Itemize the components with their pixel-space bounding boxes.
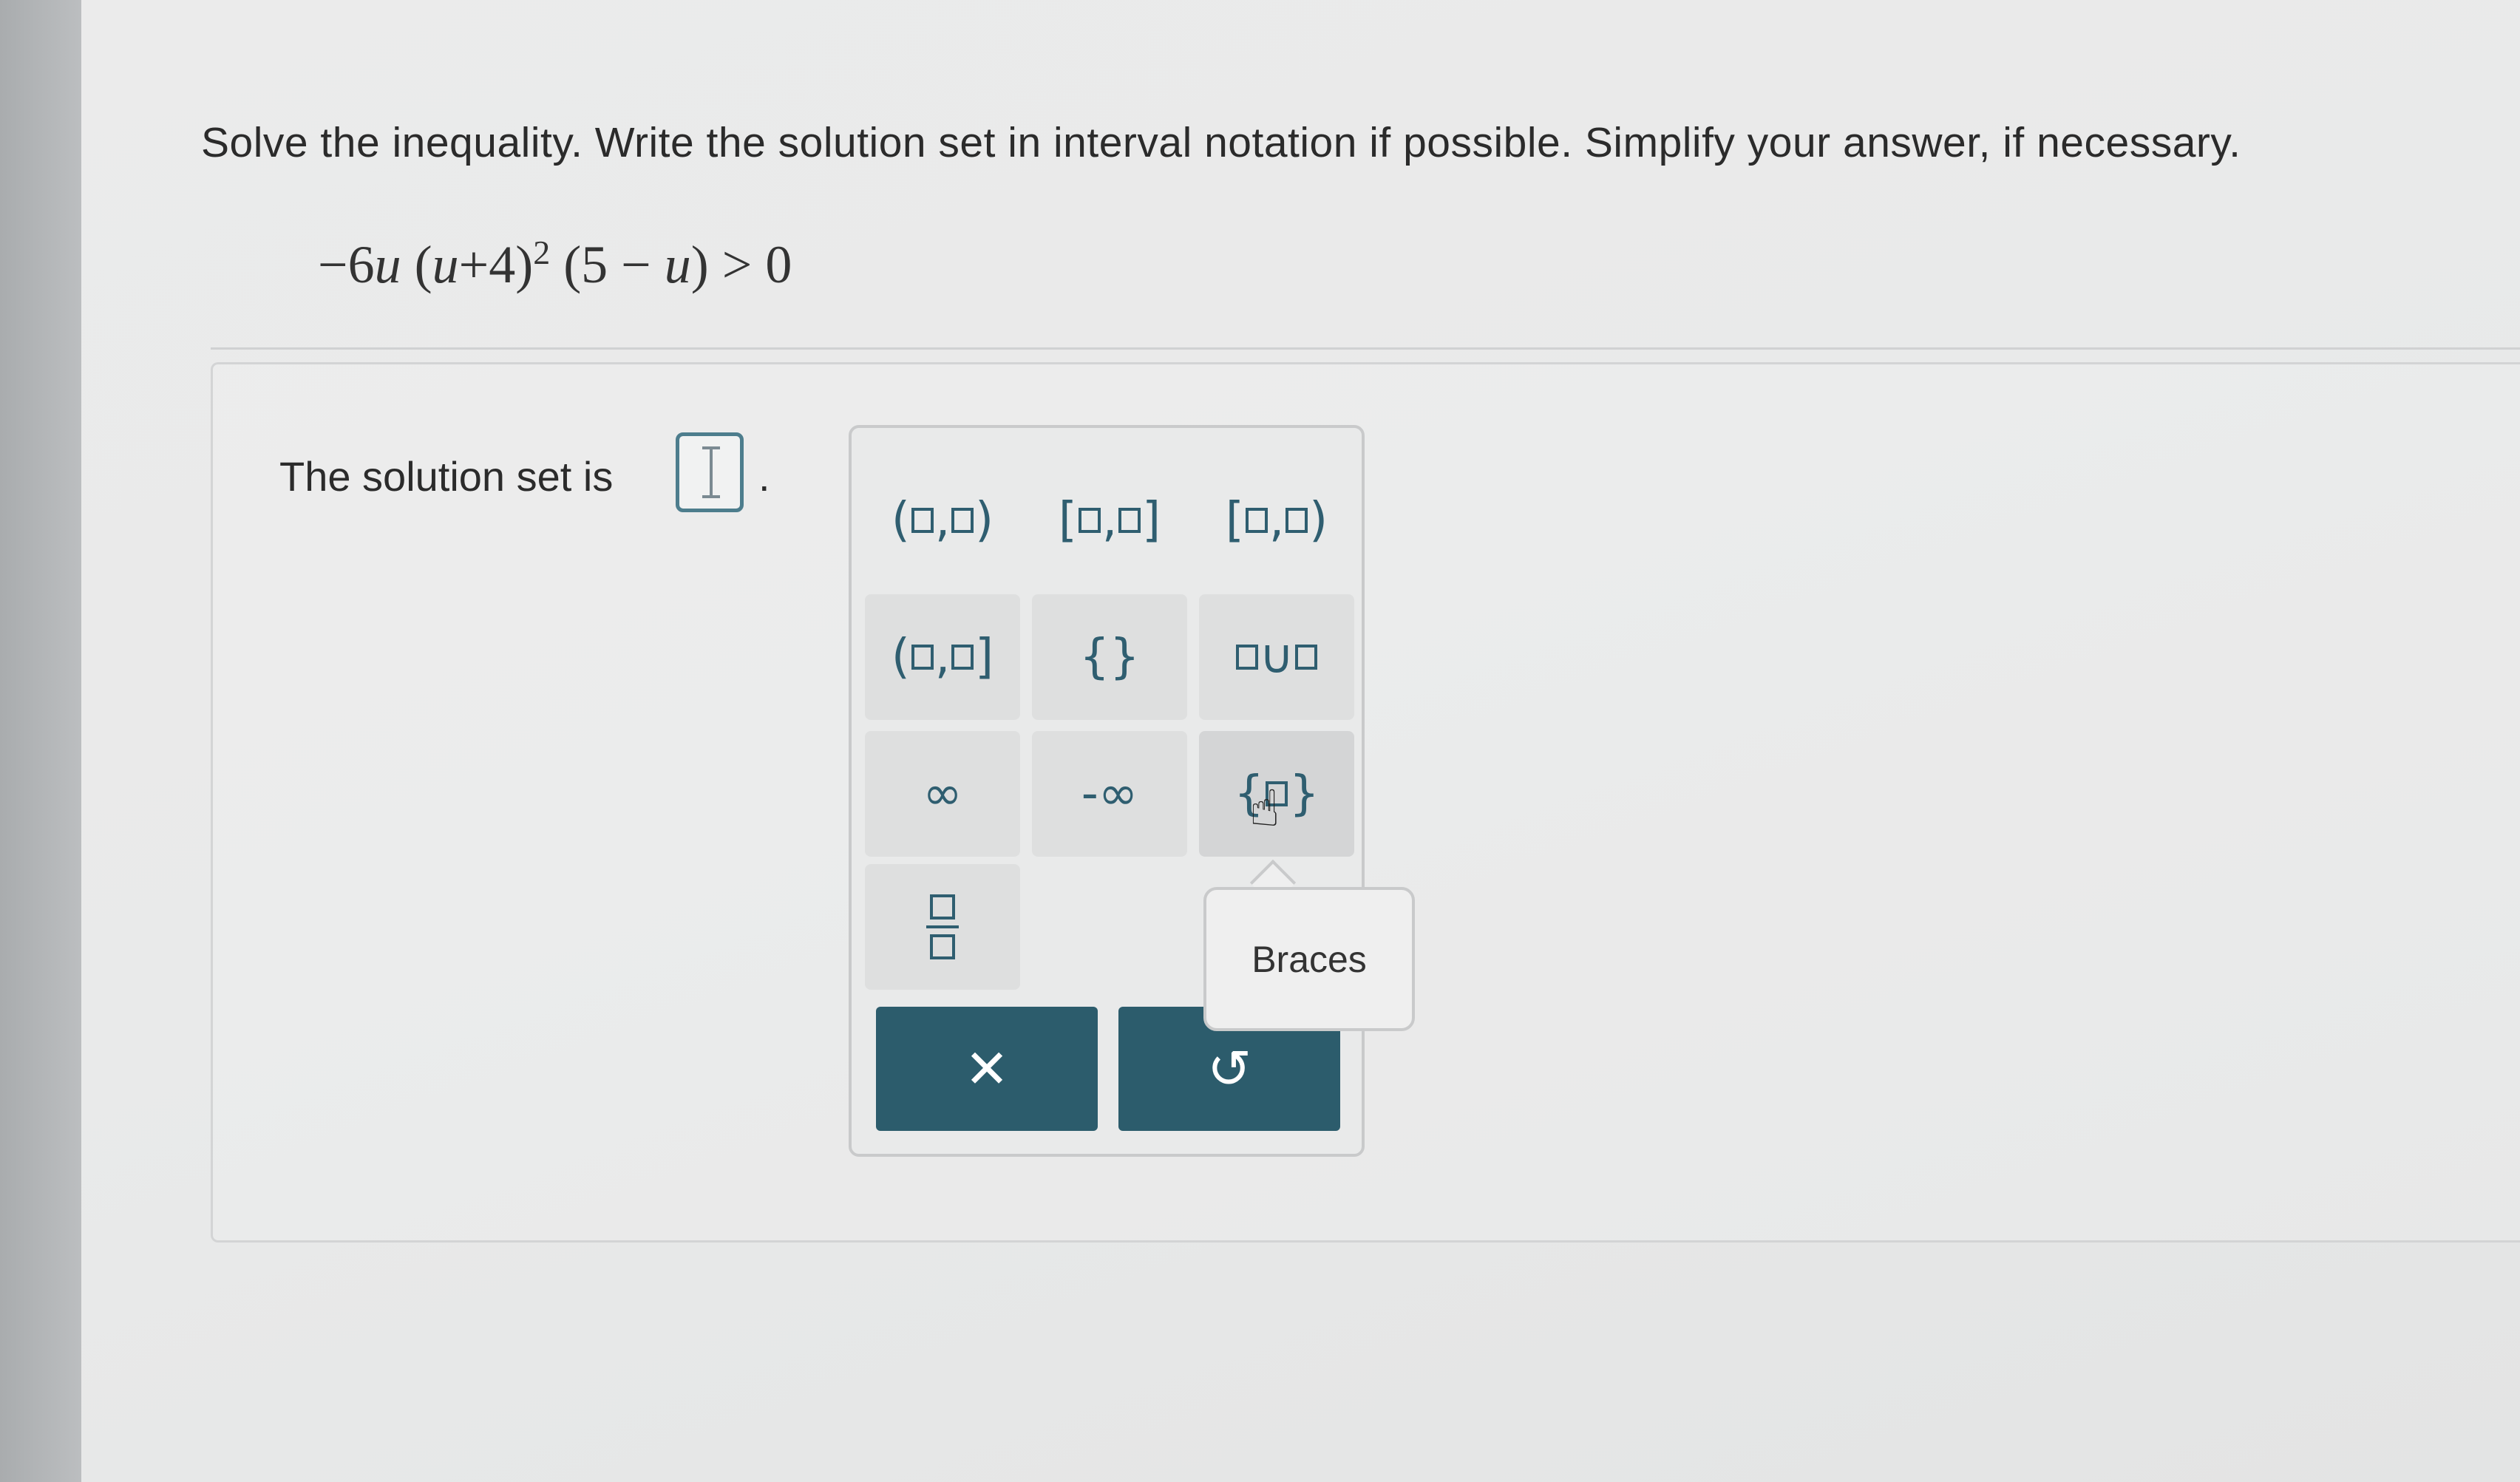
eq-paren-close: +4) bbox=[458, 235, 534, 294]
fraction-icon bbox=[926, 894, 959, 959]
section-divider bbox=[211, 347, 2520, 350]
tooltip-label: Braces bbox=[1251, 938, 1367, 980]
key-symbol: ∞ bbox=[923, 767, 962, 821]
negative-infinity-button[interactable]: -∞ bbox=[1032, 731, 1187, 857]
open-interval-button[interactable]: (,) bbox=[865, 458, 1020, 583]
sentence-period: . bbox=[758, 453, 770, 500]
union-button[interactable]: ∪ bbox=[1199, 594, 1354, 720]
key-separator: , bbox=[934, 493, 951, 548]
solution-set-label: The solution set is bbox=[279, 453, 614, 500]
numerator-box bbox=[930, 894, 955, 920]
infinity-button[interactable]: ∞ bbox=[865, 731, 1020, 857]
denominator-box bbox=[930, 934, 955, 959]
placeholder-box bbox=[911, 645, 934, 670]
key-separator: , bbox=[1269, 493, 1285, 548]
placeholder-box bbox=[1235, 645, 1258, 670]
empty-set-button[interactable]: {} bbox=[1032, 594, 1187, 720]
eq-coefficient: −6 bbox=[318, 235, 375, 294]
eq-inequality-tail: ) > 0 bbox=[690, 235, 792, 294]
eq-variable: u bbox=[432, 235, 459, 294]
answer-input[interactable] bbox=[676, 432, 744, 512]
key-separator: , bbox=[934, 630, 951, 684]
closed-interval-button[interactable]: [,] bbox=[1032, 458, 1187, 583]
eq-variable: u bbox=[374, 235, 401, 294]
placeholder-box bbox=[1245, 508, 1268, 533]
placeholder-box bbox=[951, 508, 974, 533]
key-right-bracket: ) bbox=[975, 493, 994, 548]
placeholder-box bbox=[951, 645, 974, 670]
key-symbol: {} bbox=[1079, 630, 1140, 684]
text-cursor-icon bbox=[702, 446, 720, 498]
question-instruction: Solve the inequality. Write the solution… bbox=[201, 119, 2241, 166]
braces-tooltip: Braces bbox=[1203, 887, 1415, 1031]
fraction-button[interactable] bbox=[865, 864, 1020, 990]
close-icon: ✕ bbox=[964, 1040, 1010, 1099]
key-right-bracket: ) bbox=[1309, 493, 1328, 548]
key-symbol: -∞ bbox=[1081, 767, 1138, 821]
key-left-bracket: ( bbox=[891, 493, 910, 548]
key-left-bracket: [ bbox=[1225, 493, 1244, 548]
eq-paren-open: ( bbox=[401, 235, 432, 294]
half-open-left-button[interactable]: (,] bbox=[865, 594, 1020, 720]
placeholder-box bbox=[1118, 508, 1141, 533]
eq-factor-open: (5 − bbox=[550, 235, 665, 294]
half-open-right-button[interactable]: [,) bbox=[1199, 458, 1354, 583]
placeholder-box bbox=[1286, 508, 1308, 533]
key-left-bracket: [ bbox=[1058, 493, 1077, 548]
clear-button[interactable]: ✕ bbox=[876, 1007, 1098, 1131]
key-left-bracket: ( bbox=[891, 630, 910, 684]
key-symbol: ∪ bbox=[1259, 630, 1294, 684]
inequality-expression: −6u (u+4)2 (5 − u) > 0 bbox=[318, 233, 792, 296]
key-right-bracket: ] bbox=[1142, 493, 1161, 548]
key-separator: , bbox=[1101, 493, 1118, 548]
placeholder-box bbox=[911, 508, 934, 533]
key-right-brace: } bbox=[1289, 767, 1320, 821]
placeholder-box bbox=[1078, 508, 1101, 533]
fraction-bar bbox=[926, 925, 959, 928]
eq-exponent: 2 bbox=[533, 234, 551, 271]
key-right-bracket: ] bbox=[975, 630, 994, 684]
undo-icon: ↺ bbox=[1206, 1040, 1252, 1099]
eq-variable: u bbox=[664, 235, 691, 294]
placeholder-box bbox=[1295, 645, 1318, 670]
hand-pointer-icon: ☝ bbox=[1249, 781, 1280, 837]
